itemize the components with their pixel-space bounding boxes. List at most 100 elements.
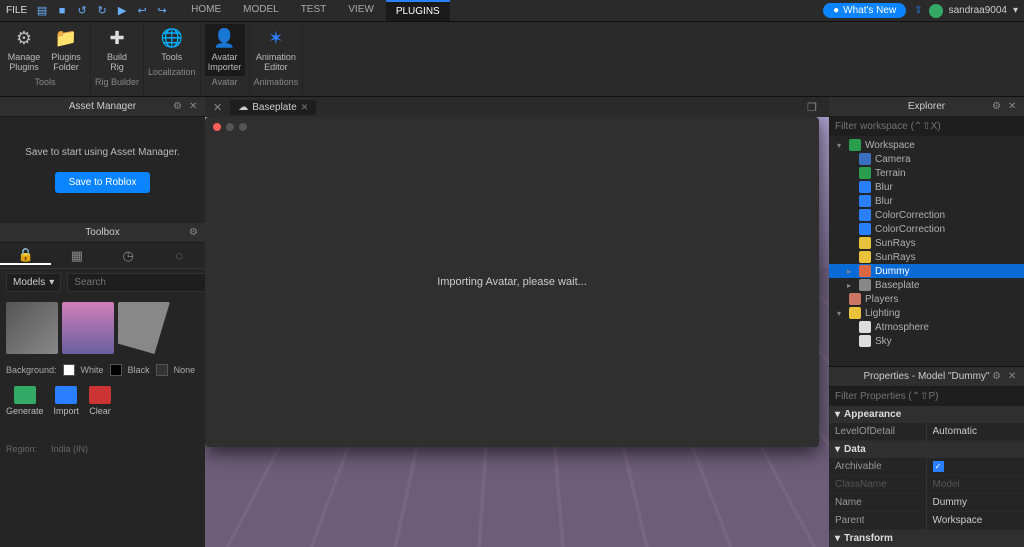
tree-arrow-icon[interactable]: ▾ [837,309,845,318]
menu-tab-plugins[interactable]: PLUGINS [386,0,450,21]
ribbon-group-avatar: 👤AvatarImporterAvatar [201,22,250,96]
qa-icon-3[interactable]: ↺ [75,4,89,18]
prop-row-classname[interactable]: ClassNameModel [829,476,1024,494]
viewport[interactable]: Importing Avatar, please wait... [205,117,829,547]
bg-none-swatch[interactable] [156,364,168,376]
prop-row-archivable[interactable]: Archivable✓ [829,458,1024,476]
panel-gear-icon[interactable]: ⚙ [173,101,185,113]
properties-gear-icon[interactable]: ⚙ [992,371,1004,383]
tree-node-camera[interactable]: Camera [829,152,1024,166]
prop-value[interactable]: Dummy [927,494,1024,512]
chevron-down-icon: ▾ [835,533,840,544]
ribbon-btn-tools[interactable]: 🌐Tools [152,24,192,66]
toolbox-tab-clock-icon[interactable]: ◷ [103,248,154,264]
bg-white-swatch[interactable] [63,364,75,376]
tree-arrow-icon[interactable]: ▾ [837,141,845,150]
explorer-filter-input[interactable] [829,117,1024,136]
toolbox-item-2[interactable] [62,302,114,354]
tree-arrow-icon[interactable]: ▸ [847,267,855,276]
toolbox-category-dropdown[interactable]: Models ▾ [6,273,61,292]
prop-value[interactable]: Automatic [927,423,1024,441]
user-chevron-icon[interactable]: ▾ [1013,5,1018,16]
tree-node-label: Camera [875,154,911,165]
ribbon-btn-plugins-folder[interactable]: 📁PluginsFolder [46,24,86,76]
toolbox-action-import[interactable]: Import [54,386,80,416]
prop-key: Name [829,494,927,512]
ribbon-group-label: Tools [34,76,55,89]
tree-node-colorcorrection[interactable]: ColorCorrection [829,222,1024,236]
whats-new-button[interactable]: ● What's New [823,3,906,18]
background-label: Background: [6,365,57,375]
file-menu[interactable]: FILE [6,5,27,16]
ribbon-btn-animation-editor[interactable]: ✶AnimationEditor [256,24,296,76]
tab-close-icon[interactable]: ✕ [301,102,309,113]
tree-node-sunrays[interactable]: SunRays [829,250,1024,264]
modal-close-dot[interactable] [213,123,221,131]
region-dropdown[interactable]: India (IN) [51,444,88,454]
toolbox-results [0,296,205,360]
tree-node-colorcorrection[interactable]: ColorCorrection [829,208,1024,222]
properties-filter-input[interactable] [829,387,1024,406]
explorer-gear-icon[interactable]: ⚙ [992,101,1004,113]
menu-tab-home[interactable]: HOME [181,0,231,21]
menu-tab-model[interactable]: MODEL [233,0,289,21]
properties-close-icon[interactable]: ✕ [1008,371,1020,383]
tree-node-players[interactable]: Players [829,292,1024,306]
tree-node-workspace[interactable]: ▾Workspace [829,138,1024,152]
prop-value[interactable]: ✓ [927,458,1024,476]
toolbox-item-3[interactable] [118,302,170,354]
document-tabs: ✕ ☁ Baseplate ✕ ❐ [205,97,829,117]
toolbox-tab-lock-icon[interactable]: 🔒 [0,247,51,265]
qa-icon-6[interactable]: ↩ [135,4,149,18]
checkbox-icon[interactable]: ✓ [933,461,944,472]
ribbon-btn-avatar-importer[interactable]: 👤AvatarImporter [205,24,245,76]
share-icon[interactable]: ⇪ [914,5,922,16]
ribbon-btn-build-rig[interactable]: ✚BuildRig [97,24,137,76]
prop-value[interactable]: Workspace [927,512,1024,530]
tree-node-blur[interactable]: Blur [829,180,1024,194]
tree-node-terrain[interactable]: Terrain [829,166,1024,180]
script-tab-close-icon[interactable]: ✕ [209,101,226,114]
save-to-roblox-button[interactable]: Save to Roblox [55,172,151,193]
tree-node-icon [859,181,871,193]
window-layout-icon[interactable]: ❐ [807,101,823,114]
toolbox-tab-bulb-icon[interactable]: ◌ [154,248,205,263]
toolbox-search-input[interactable] [67,273,213,292]
qa-icon-4[interactable]: ↻ [95,4,109,18]
prop-section-data[interactable]: ▾ Data [829,441,1024,458]
ribbon-btn-manage-plugins[interactable]: ⚙ManagePlugins [4,24,44,76]
tab-baseplate[interactable]: ☁ Baseplate ✕ [230,100,316,115]
toolbox-tab-grid-icon[interactable]: ▦ [51,248,102,264]
avatar-icon [929,4,943,18]
modal-min-dot[interactable] [226,123,234,131]
qa-icon-7[interactable]: ↪ [155,4,169,18]
qa-icon-1[interactable]: ▤ [35,4,49,18]
prop-row-parent[interactable]: ParentWorkspace [829,512,1024,530]
toolbox-action-generate[interactable]: Generate [6,386,44,416]
qa-icon-5[interactable]: ▶ [115,4,129,18]
prop-section-transform[interactable]: ▾ Transform [829,530,1024,547]
tree-node-atmosphere[interactable]: Atmosphere [829,320,1024,334]
toolbox-gear-icon[interactable]: ⚙ [189,227,201,239]
tree-node-sunrays[interactable]: SunRays [829,236,1024,250]
bg-black-swatch[interactable] [110,364,122,376]
menu-tab-view[interactable]: VIEW [338,0,384,21]
tree-node-blur[interactable]: Blur [829,194,1024,208]
toolbox-item-1[interactable] [6,302,58,354]
user-area[interactable]: ⇪ sandraa9004 ▾ [914,4,1018,18]
qa-icon-2[interactable]: ■ [55,4,69,18]
toolbox-action-clear[interactable]: Clear [89,386,111,416]
tree-node-dummy[interactable]: ▸Dummy [829,264,1024,278]
modal-max-dot[interactable] [239,123,247,131]
menu-tab-test[interactable]: TEST [291,0,337,21]
tree-node-baseplate[interactable]: ▸Baseplate [829,278,1024,292]
explorer-close-icon[interactable]: ✕ [1008,101,1020,113]
prop-section-appearance[interactable]: ▾ Appearance [829,406,1024,423]
prop-row-name[interactable]: NameDummy [829,494,1024,512]
panel-close-icon[interactable]: ✕ [189,101,201,113]
tree-node-sky[interactable]: Sky [829,334,1024,348]
tree-node-lighting[interactable]: ▾Lighting [829,306,1024,320]
prop-row-levelofdetail[interactable]: LevelOfDetailAutomatic [829,423,1024,441]
prop-value[interactable]: Model [927,476,1024,494]
tree-arrow-icon[interactable]: ▸ [847,281,855,290]
